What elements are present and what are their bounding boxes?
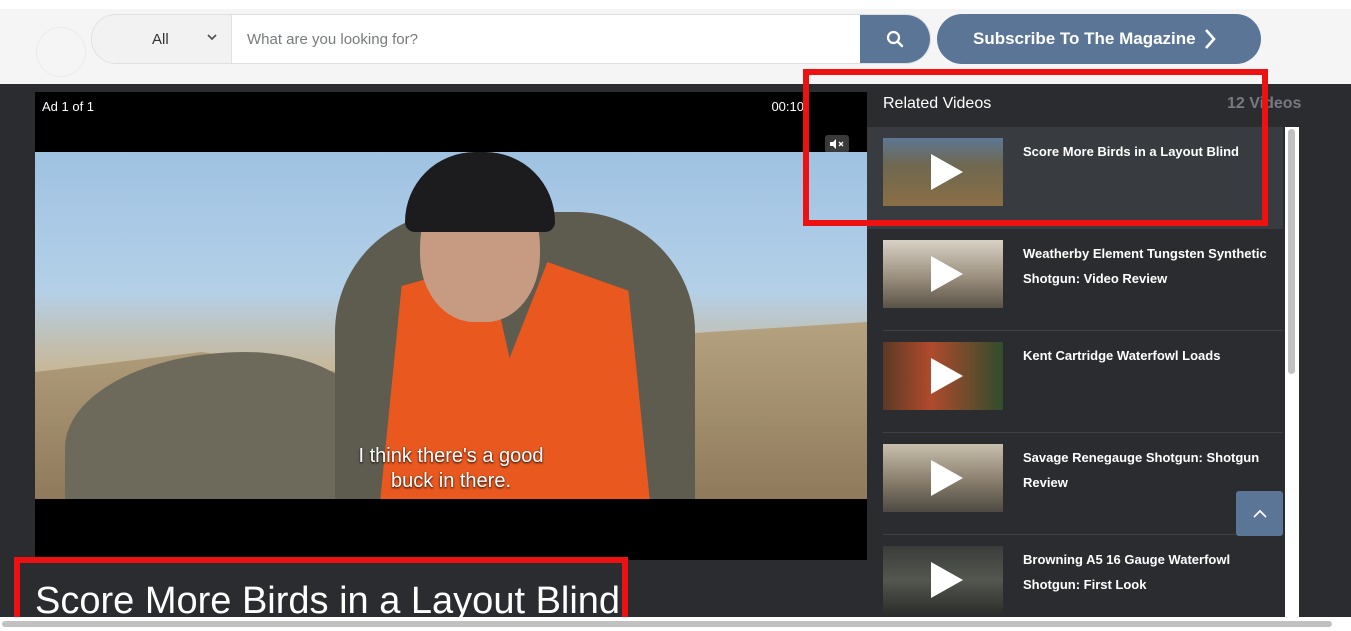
- search-input[interactable]: [232, 15, 862, 63]
- play-icon: [931, 562, 963, 598]
- ad-label: Ad 1 of 1: [42, 99, 95, 114]
- chevron-down-icon: [207, 34, 217, 41]
- video-thumbnail[interactable]: [883, 342, 1003, 410]
- related-video-title: Kent Cartridge Waterfowl Loads: [1023, 348, 1221, 363]
- related-video-item[interactable]: Kent Cartridge Waterfowl Loads: [867, 331, 1283, 433]
- chevron-up-icon: [1252, 509, 1267, 518]
- search-button[interactable]: [860, 15, 930, 63]
- play-icon: [931, 358, 963, 394]
- related-video-item[interactable]: Browning A5 16 Gauge Waterfowl Shotgun: …: [867, 535, 1283, 617]
- related-video-title: Browning A5 16 Gauge Waterfowl Shotgun: …: [1023, 552, 1231, 592]
- related-video-title: Weatherby Element Tungsten Synthetic Sho…: [1023, 246, 1267, 286]
- chevron-right-icon: [1205, 29, 1216, 49]
- video-thumbnail[interactable]: [883, 240, 1003, 308]
- related-video-title: Savage Renegauge Shotgun: Shotgun Review: [1023, 450, 1260, 490]
- highlight-box: [803, 69, 1268, 226]
- ad-countdown: 00:10: [771, 99, 804, 114]
- scrollbar-thumb[interactable]: [1288, 129, 1295, 374]
- page-scrollbar[interactable]: [0, 617, 1351, 631]
- related-list-scrollbar[interactable]: [1285, 127, 1299, 617]
- play-icon: [931, 256, 963, 292]
- caption-line: I think there's a good: [358, 445, 544, 467]
- video-player[interactable]: Ad 1 of 1 00:10 I think there's a good b…: [35, 92, 867, 560]
- related-video-item[interactable]: Weatherby Element Tungsten Synthetic Sho…: [867, 229, 1283, 331]
- related-video-item[interactable]: Savage Renegauge Shotgun: Shotgun Review: [867, 433, 1283, 535]
- highlight-box: [14, 557, 628, 625]
- video-beanie: [405, 152, 555, 232]
- play-icon: [931, 460, 963, 496]
- category-select[interactable]: All: [92, 15, 232, 63]
- subscribe-button[interactable]: Subscribe To The Magazine: [937, 14, 1261, 64]
- social-icon[interactable]: [36, 27, 86, 77]
- caption-line: buck in there.: [390, 470, 512, 492]
- subscribe-button-label: Subscribe To The Magazine: [973, 29, 1196, 48]
- video-caption: I think there's a good buck in there.: [35, 444, 867, 494]
- search-bar: All: [91, 14, 931, 64]
- back-to-top-button[interactable]: [1236, 491, 1283, 536]
- category-select-value: All: [152, 31, 169, 48]
- video-thumbnail[interactable]: [883, 444, 1003, 512]
- search-icon: [886, 30, 904, 48]
- scrollbar-thumb[interactable]: [2, 621, 1332, 627]
- video-thumbnail[interactable]: [883, 546, 1003, 614]
